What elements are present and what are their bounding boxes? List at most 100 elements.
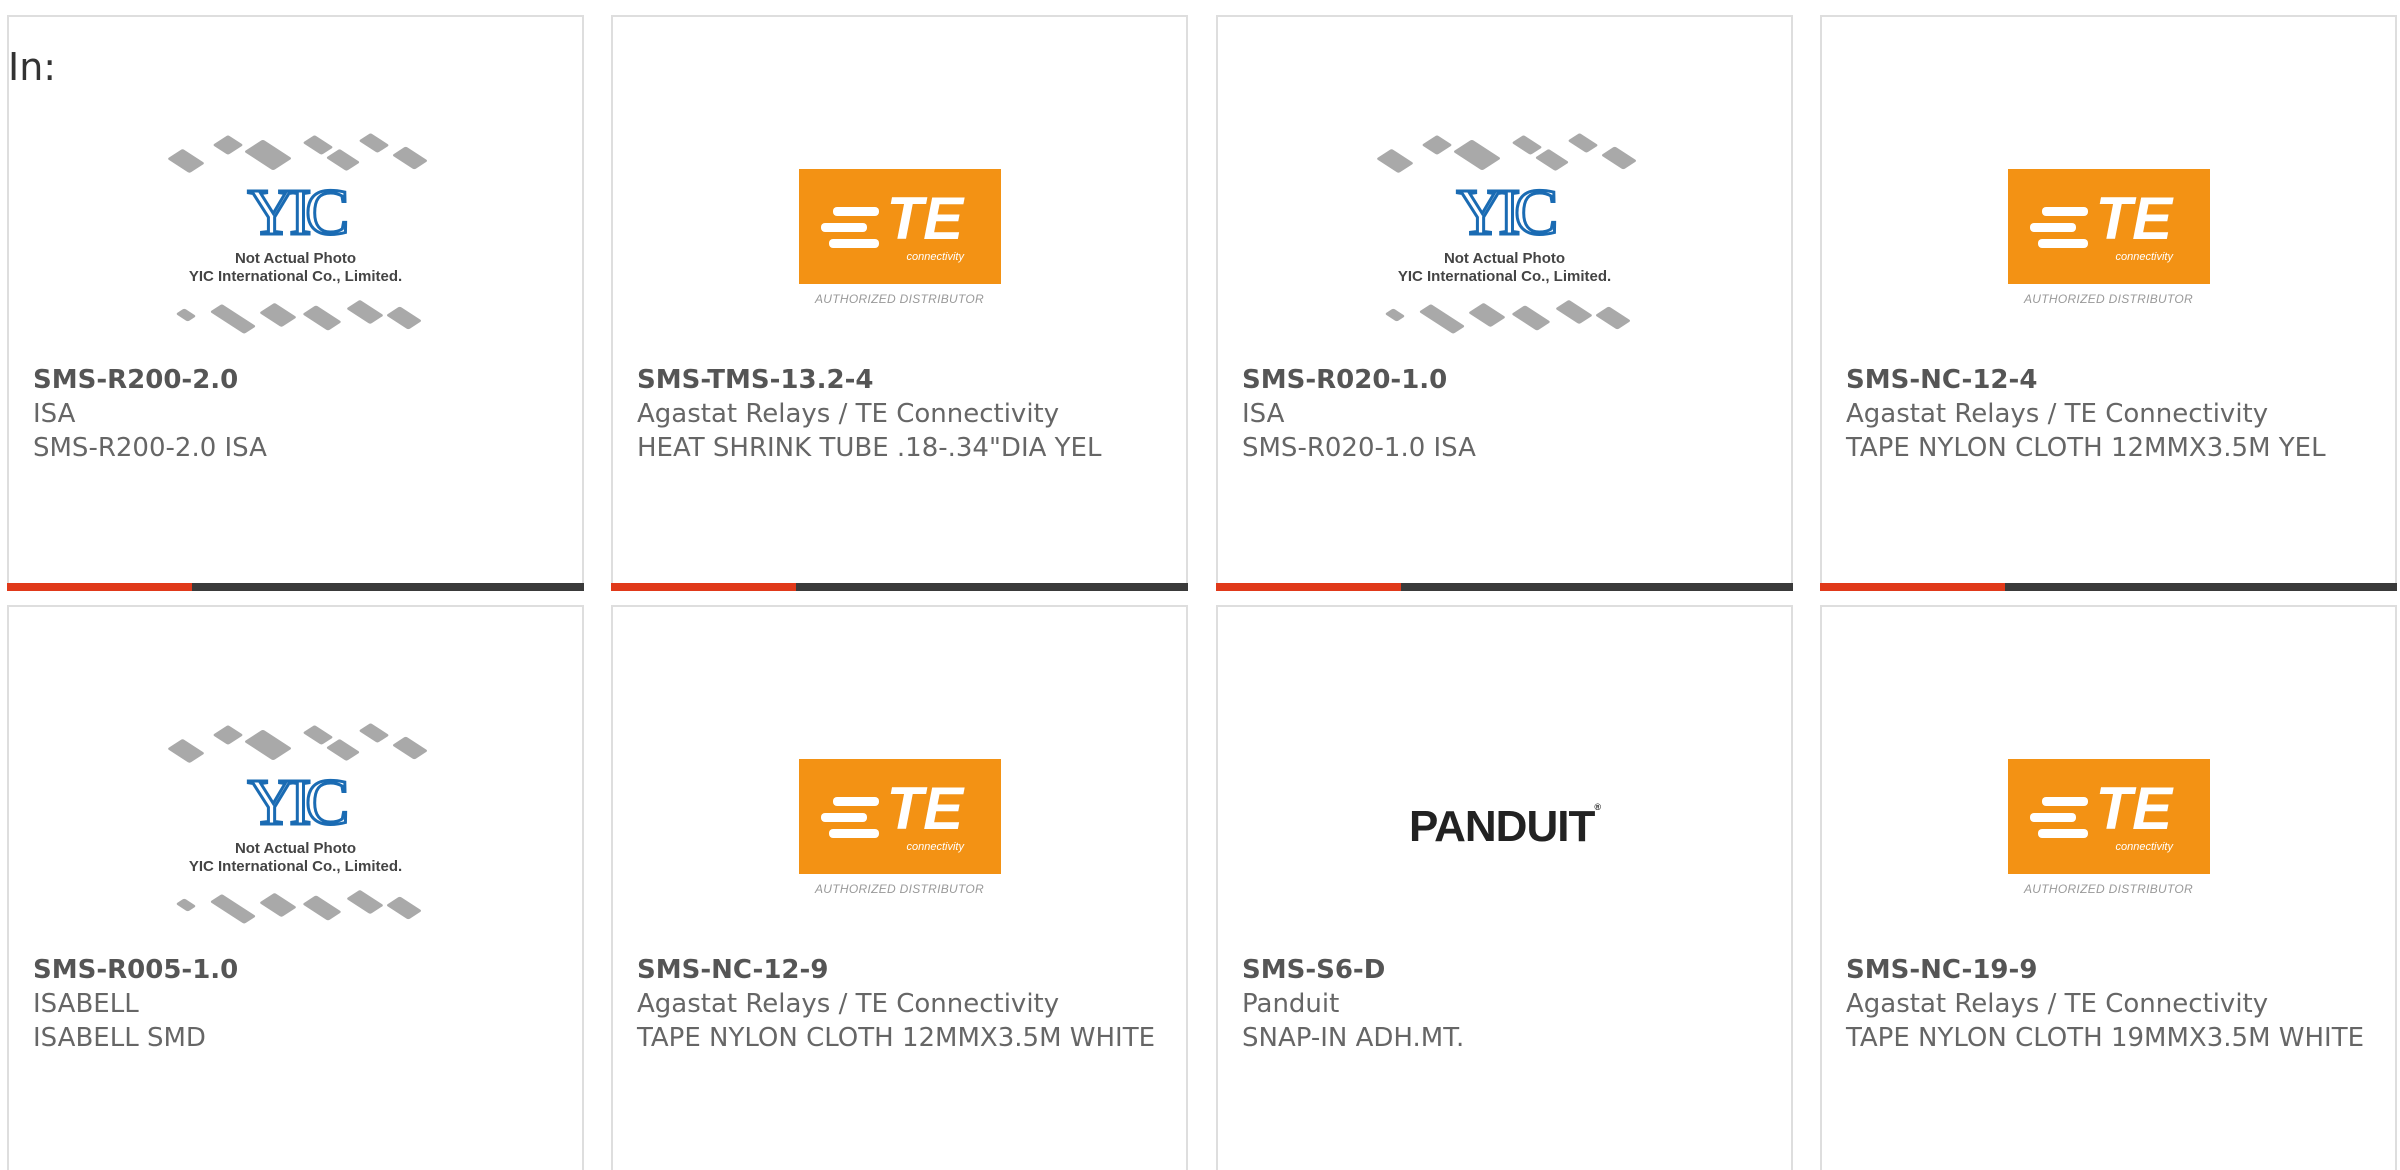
- yic-placeholder-image: YIC Not Actual Photo YIC International Co.…: [161, 130, 431, 344]
- product-card[interactable]: TE connectivity AUTHORIZED DISTRIBUTOR SMS-…: [611, 15, 1188, 591]
- page-label: In:: [8, 45, 57, 89]
- product-manufacturer: Agastat Relays / TE Connectivity: [637, 989, 1060, 1019]
- not-actual-photo-label: Not Actual Photo: [234, 250, 357, 267]
- product-image[interactable]: TE connectivity AUTHORIZED DISTRIBUTOR: [613, 107, 1186, 367]
- card-progress-bar: [7, 583, 584, 591]
- te-connectivity-logo: TE connectivity AUTHORIZED DISTRIBUTOR: [2007, 758, 2210, 896]
- product-manufacturer: ISABELL: [33, 989, 139, 1019]
- panduit-registered-mark: ®: [1594, 802, 1601, 812]
- product-part-number[interactable]: SMS-R020-1.0: [1242, 363, 1767, 397]
- product-image[interactable]: PANDUIT®: [1218, 697, 1791, 957]
- authorized-distributor-label: AUTHORIZED DISTRIBUTOR: [2023, 881, 2194, 896]
- product-info: SMS-NC-12-9 Agastat Relays / TE Connectiv…: [637, 953, 1162, 1055]
- te-logo-badge: TE connectivity: [2007, 758, 2210, 874]
- product-part-number[interactable]: SMS-NC-12-9: [637, 953, 1162, 987]
- product-manufacturer: Agastat Relays / TE Connectivity: [1846, 399, 2269, 429]
- card-progress-fill: [1216, 583, 1401, 591]
- yic-placeholder-image: YIC Not Actual Photo YIC International Co.…: [1370, 130, 1640, 344]
- te-logo-sub: connectivity: [2115, 250, 2173, 263]
- te-logo-badge: TE connectivity: [798, 758, 1001, 874]
- product-card[interactable]: TE connectivity AUTHORIZED DISTRIBUTOR SMS-…: [1820, 15, 2397, 591]
- product-card[interactable]: TE connectivity AUTHORIZED DISTRIBUTOR SMS-…: [611, 605, 1188, 1170]
- product-card[interactable]: YIC Not Actual Photo YIC International Co.…: [7, 605, 584, 1170]
- product-description: SMS-R200-2.0 ISA: [33, 433, 267, 463]
- product-part-number[interactable]: SMS-TMS-13.2-4: [637, 363, 1162, 397]
- product-info: SMS-R200-2.0 ISA SMS-R200-2.0 ISA: [33, 363, 558, 465]
- product-description: TAPE NYLON CLOTH 12MMX3.5M WHITE: [637, 1023, 1156, 1053]
- product-info: SMS-TMS-13.2-4 Agastat Relays / TE Connec…: [637, 363, 1162, 465]
- product-description: ISABELL SMD: [33, 1023, 206, 1053]
- product-part-number[interactable]: SMS-R200-2.0: [33, 363, 558, 397]
- te-logo-word: TE: [2095, 184, 2173, 252]
- product-image[interactable]: YIC Not Actual Photo YIC International Co.…: [9, 697, 582, 957]
- product-info: SMS-NC-19-9 Agastat Relays / TE Connectiv…: [1846, 953, 2371, 1055]
- authorized-distributor-label: AUTHORIZED DISTRIBUTOR: [2023, 291, 2194, 306]
- product-part-number[interactable]: SMS-NC-19-9: [1846, 953, 2371, 987]
- product-part-number[interactable]: SMS-R005-1.0: [33, 953, 558, 987]
- not-actual-photo-label: Not Actual Photo: [234, 840, 357, 857]
- product-part-number[interactable]: SMS-S6-D: [1242, 953, 1767, 987]
- bottom-chips-illustration: [161, 296, 431, 344]
- te-logo-word: TE: [2095, 774, 2173, 842]
- te-logo-word: TE: [886, 774, 964, 842]
- yic-company-label: YIC International Co., Limited.: [1397, 268, 1612, 285]
- card-progress-fill: [611, 583, 796, 591]
- yic-logo-mark: YIC: [1455, 176, 1560, 249]
- yic-logo-mark: YIC: [246, 176, 351, 249]
- product-image[interactable]: YIC Not Actual Photo YIC International Co.…: [9, 107, 582, 367]
- yic-placeholder-image: YIC Not Actual Photo YIC International Co.…: [161, 720, 431, 934]
- product-image[interactable]: TE connectivity AUTHORIZED DISTRIBUTOR: [613, 697, 1186, 957]
- card-progress-bar: [611, 583, 1188, 591]
- product-info: SMS-NC-12-4 Agastat Relays / TE Connectiv…: [1846, 363, 2371, 465]
- product-image[interactable]: TE connectivity AUTHORIZED DISTRIBUTOR: [1822, 697, 2395, 957]
- product-card[interactable]: TE connectivity AUTHORIZED DISTRIBUTOR SMS-…: [1820, 605, 2397, 1170]
- panduit-logo-word: PANDUIT: [1409, 802, 1595, 851]
- card-progress-bar: [1820, 583, 2397, 591]
- product-card[interactable]: YIC Not Actual Photo YIC International Co.…: [1216, 15, 1793, 591]
- te-lines-icon: [820, 796, 879, 845]
- product-manufacturer: Panduit: [1242, 989, 1340, 1019]
- product-manufacturer: Agastat Relays / TE Connectivity: [1846, 989, 2269, 1019]
- product-info: SMS-R005-1.0 ISABELL ISABELL SMD: [33, 953, 558, 1055]
- te-connectivity-logo: TE connectivity AUTHORIZED DISTRIBUTOR: [798, 168, 1001, 306]
- te-lines-icon: [2029, 206, 2088, 255]
- authorized-distributor-label: AUTHORIZED DISTRIBUTOR: [814, 291, 985, 306]
- not-actual-photo-label: Not Actual Photo: [1443, 250, 1566, 267]
- card-progress-fill: [7, 583, 192, 591]
- product-manufacturer: ISA: [33, 399, 76, 429]
- authorized-distributor-label: AUTHORIZED DISTRIBUTOR: [814, 881, 985, 896]
- bottom-chips-illustration: [161, 886, 431, 934]
- te-connectivity-logo: TE connectivity AUTHORIZED DISTRIBUTOR: [2007, 168, 2210, 306]
- product-info: SMS-R020-1.0 ISA SMS-R020-1.0 ISA: [1242, 363, 1767, 465]
- top-chips-illustration: [161, 720, 431, 768]
- yic-company-label: YIC International Co., Limited.: [188, 858, 403, 875]
- bottom-chips-illustration: [1370, 296, 1640, 344]
- product-manufacturer: ISA: [1242, 399, 1285, 429]
- te-logo-badge: TE connectivity: [2007, 168, 2210, 284]
- product-info: SMS-S6-D Panduit SNAP-IN ADH.MT.: [1242, 953, 1767, 1055]
- product-description: TAPE NYLON CLOTH 12MMX3.5M YEL: [1846, 433, 2326, 463]
- yic-company-label: YIC International Co., Limited.: [188, 268, 403, 285]
- card-progress-bar: [1216, 583, 1793, 591]
- product-card[interactable]: PANDUIT® SMS-S6-D Panduit SNAP-IN ADH.MT.: [1216, 605, 1793, 1170]
- te-connectivity-logo: TE connectivity AUTHORIZED DISTRIBUTOR: [798, 758, 1001, 896]
- te-logo-badge: TE connectivity: [798, 168, 1001, 284]
- top-chips-illustration: [161, 130, 431, 178]
- product-part-number[interactable]: SMS-NC-12-4: [1846, 363, 2371, 397]
- te-logo-sub: connectivity: [906, 840, 964, 853]
- product-card[interactable]: YIC Not Actual Photo YIC International Co.…: [7, 15, 584, 591]
- product-description: SMS-R020-1.0 ISA: [1242, 433, 1476, 463]
- product-description: HEAT SHRINK TUBE .18-.34"DIA YEL: [637, 433, 1102, 463]
- product-manufacturer: Agastat Relays / TE Connectivity: [637, 399, 1060, 429]
- product-description: TAPE NYLON CLOTH 19MMX3.5M WHITE: [1846, 1023, 2365, 1053]
- product-image[interactable]: TE connectivity AUTHORIZED DISTRIBUTOR: [1822, 107, 2395, 367]
- te-lines-icon: [820, 206, 879, 255]
- card-progress-fill: [1820, 583, 2005, 591]
- te-logo-sub: connectivity: [2115, 840, 2173, 853]
- product-description: SNAP-IN ADH.MT.: [1242, 1023, 1465, 1053]
- te-logo-sub: connectivity: [906, 250, 964, 263]
- te-lines-icon: [2029, 796, 2088, 845]
- product-image[interactable]: YIC Not Actual Photo YIC International Co.…: [1218, 107, 1791, 367]
- te-logo-word: TE: [886, 184, 964, 252]
- top-chips-illustration: [1370, 130, 1640, 178]
